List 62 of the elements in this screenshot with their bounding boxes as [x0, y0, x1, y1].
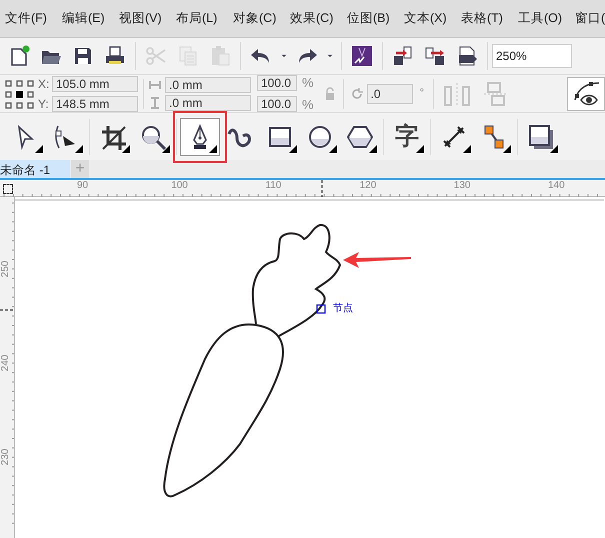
ruler-label: 110 — [265, 180, 282, 192]
ruler-label: 250 — [0, 260, 12, 278]
dimension-line-icon — [441, 124, 467, 150]
menu-item[interactable]: 视图(V) — [119, 9, 176, 28]
hexagon-icon — [347, 124, 373, 150]
menu-item[interactable]: 编辑(E) — [62, 9, 119, 28]
flyout-corner-icon — [463, 144, 471, 152]
rotate-icon — [350, 86, 364, 100]
unit-label: ° — [420, 86, 424, 102]
flyout-corner-icon — [289, 144, 297, 152]
menu-item[interactable]: 文件(F) — [5, 9, 62, 28]
tool-button[interactable]: 字 — [387, 118, 427, 156]
document-tab[interactable]: 未命名 -1 — [0, 160, 70, 178]
flyout-corner-icon — [503, 144, 511, 152]
object-origin-icon[interactable] — [3, 78, 35, 108]
crop-icon — [100, 124, 126, 150]
unit-label: % — [302, 96, 314, 114]
size-field[interactable]: .0 mm — [165, 76, 251, 92]
scale-field[interactable]: 100.0 — [257, 74, 297, 91]
ruler-label: 100 — [171, 180, 188, 192]
menu-item[interactable]: 工具(O) — [518, 9, 575, 28]
rotation-field[interactable]: .0 — [366, 84, 413, 104]
flyout-corner-icon — [209, 144, 217, 152]
unit-label: % — [302, 74, 314, 92]
width-icon — [149, 78, 161, 90]
field-label: Y: — [38, 96, 50, 112]
node-marker[interactable] — [316, 304, 326, 314]
drop-shadow-icon — [528, 124, 554, 150]
ruler-label: 130 — [454, 180, 470, 192]
ellipse-icon — [307, 124, 333, 150]
scissors-icon — [144, 44, 168, 68]
menu-item[interactable]: 布局(L) — [176, 9, 233, 28]
menu-item[interactable]: 对象(C) — [233, 9, 290, 28]
flyout-corner-icon — [35, 144, 43, 152]
size-field[interactable]: .0 mm — [165, 94, 251, 110]
flyout-corner-icon — [550, 144, 558, 152]
application-launcher-icon — [350, 44, 374, 68]
flyout-corner-icon — [329, 144, 337, 152]
position-field[interactable]: 105.0 mm — [52, 76, 138, 92]
field-label: X: — [38, 76, 50, 92]
menu-item[interactable]: 文本(X) — [404, 9, 461, 28]
menu-item[interactable]: 表格(T) — [461, 9, 518, 28]
height-icon — [149, 96, 161, 108]
menu-item[interactable]: 位图(B) — [347, 9, 404, 28]
flyout-corner-icon — [162, 144, 170, 152]
menu-item[interactable]: 效果(C) — [290, 9, 347, 28]
zoom-level-dropdown[interactable]: 250% — [492, 44, 572, 68]
position-field[interactable]: 148.5 mm — [52, 96, 138, 112]
flyout-corner-icon — [122, 144, 130, 152]
flyout-corner-icon — [75, 144, 83, 152]
node-label: 节点 — [333, 303, 353, 315]
menu-item[interactable]: 窗口( — [575, 9, 605, 28]
ruler-label: 230 — [0, 448, 12, 466]
ruler-label: 90 — [77, 180, 88, 192]
zoom-magnifier-icon — [140, 124, 166, 150]
ruler-label: 120 — [360, 180, 376, 192]
ruler-label: 140 — [548, 180, 565, 192]
flyout-corner-icon — [369, 144, 377, 152]
scale-field[interactable]: 100.0 — [257, 96, 297, 112]
view-options-button[interactable] — [567, 76, 605, 110]
ruler-label: 240 — [0, 354, 12, 372]
ruler-origin-icon[interactable] — [3, 184, 13, 194]
